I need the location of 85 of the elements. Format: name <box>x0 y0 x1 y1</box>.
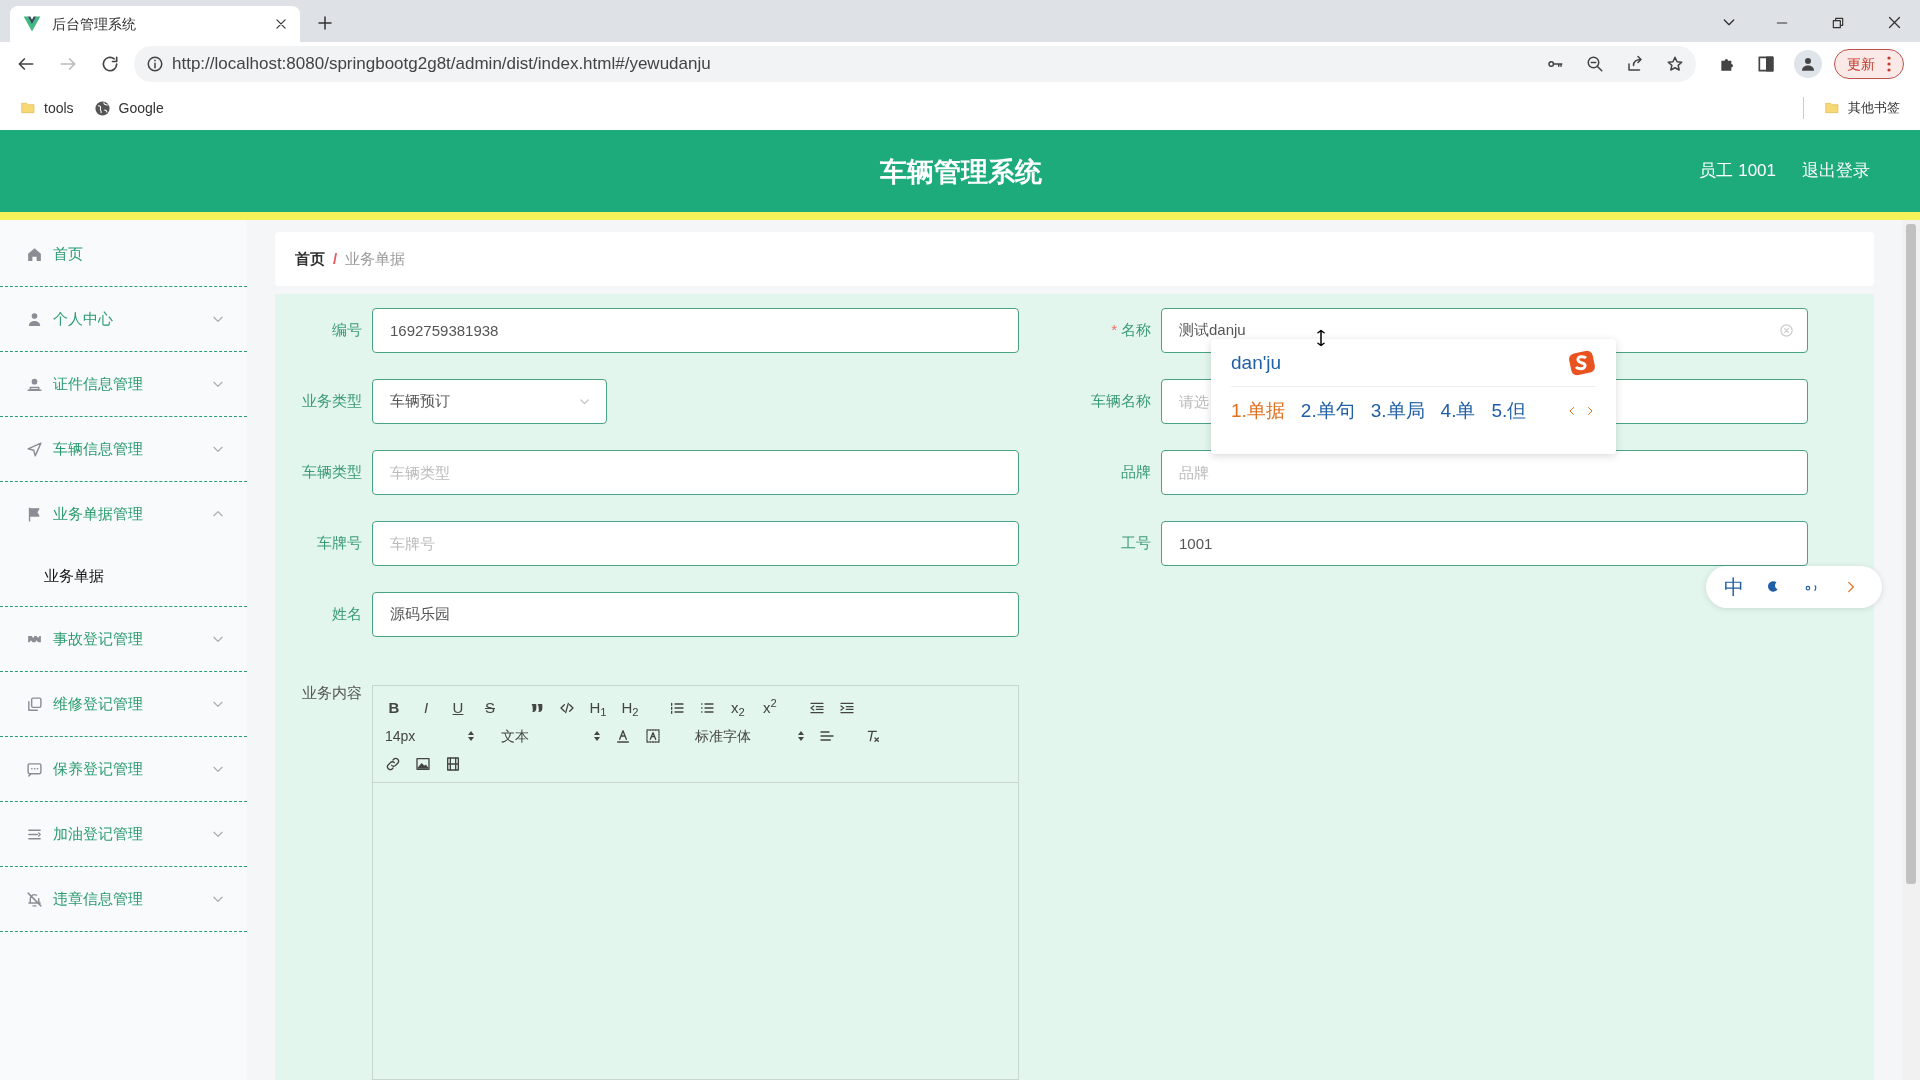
field-label: 名称 <box>1121 321 1151 339</box>
input-field[interactable]: 车辆类型 <box>372 450 1019 495</box>
input-field[interactable]: 1001 <box>1161 521 1808 566</box>
new-tab-icon[interactable] <box>316 14 334 32</box>
bookmark[interactable]: 其他书签 <box>1824 98 1900 118</box>
up-down-arrows-icon <box>797 730 805 742</box>
toolbar-button[interactable]: x$_{2}$ <box>729 696 747 720</box>
film-icon[interactable] <box>445 756 461 772</box>
ime-logo-icon <box>1568 349 1596 378</box>
code-icon[interactable] <box>559 700 575 716</box>
field-label: 编号 <box>332 321 362 339</box>
bookmark[interactable]: tools <box>20 97 74 119</box>
breadcrumb-item[interactable]: 首页 <box>295 247 325 271</box>
toolbar-dropdown[interactable]: 14px <box>385 725 475 747</box>
side-panel-icon[interactable] <box>1756 54 1776 74</box>
chat-icon <box>26 760 43 778</box>
field-label: 业务内容 <box>302 684 362 701</box>
toolbar-button[interactable]: I <box>417 696 435 720</box>
field-label: 车牌号 <box>317 534 362 552</box>
ordered-list-icon[interactable] <box>669 700 685 716</box>
toolbar-button[interactable]: H$_{2}$ <box>621 696 639 720</box>
v-logo-icon <box>22 14 42 34</box>
image-icon[interactable] <box>415 756 431 772</box>
share-icon[interactable] <box>1626 55 1644 73</box>
scrollbar-thumb[interactable] <box>1906 224 1916 884</box>
toolbar-button[interactable]: S <box>481 696 499 720</box>
select-field[interactable]: 车辆预订 <box>372 379 607 424</box>
zoom-out-icon[interactable] <box>1586 55 1604 73</box>
user-icon <box>26 310 43 328</box>
input-field[interactable]: 源码乐园 <box>372 592 1019 637</box>
toolbar-dropdown[interactable]: 标准字体 <box>695 725 805 747</box>
close-icon[interactable] <box>274 17 288 31</box>
ime-composition: dan'ju <box>1231 351 1282 375</box>
user-name: 员工 1001 <box>1699 160 1776 183</box>
browser-tab[interactable]: 后台管理系统 <box>10 6 300 42</box>
link-icon[interactable] <box>385 756 401 772</box>
bullet-list-icon[interactable] <box>699 700 715 716</box>
input-field[interactable]: 品牌 <box>1161 450 1808 495</box>
clear-format-icon[interactable] <box>865 728 881 744</box>
field-label: 品牌 <box>1121 463 1151 481</box>
text-color-icon[interactable] <box>615 728 631 744</box>
moon-icon[interactable] <box>1766 580 1780 594</box>
info-icon <box>146 55 164 73</box>
more-icon[interactable] <box>1887 56 1891 72</box>
bell-off-icon <box>26 890 43 908</box>
ime-candidate[interactable]: 5.但 <box>1491 396 1527 425</box>
outdent-icon[interactable] <box>809 700 825 716</box>
field-label: 姓名 <box>332 605 362 623</box>
toolbar-button[interactable]: x$^{2}$ <box>761 696 779 720</box>
toolbar-dropdown[interactable]: 文本 <box>501 725 601 747</box>
close-icon[interactable] <box>1887 15 1902 30</box>
ime-candidate[interactable]: 2.单句 <box>1300 396 1355 425</box>
ime-mode-toggle[interactable]: 中 <box>1724 572 1744 602</box>
field-label: 车辆名称 <box>1091 392 1151 410</box>
indent-icon[interactable] <box>839 700 855 716</box>
profile-icon[interactable] <box>1794 50 1822 78</box>
required-mark: * <box>1111 321 1117 339</box>
address-bar[interactable]: http://localhost:8080/springbootg2g8t/admin/dist/index.html#/yewudanju <box>134 46 1696 82</box>
url-text: http://localhost:8080/springbootg2g8t/admin/dist/index.html#/yewudanju <box>172 53 712 76</box>
home-icon <box>26 245 43 263</box>
globe-icon <box>93 99 111 117</box>
up-down-arrows-icon <box>467 730 475 742</box>
toolbar-button[interactable]: B <box>385 696 403 720</box>
ime-candidate[interactable]: 4.单 <box>1440 396 1476 425</box>
field-label: 车辆类型 <box>302 463 362 481</box>
toolbar-button[interactable]: H$_{1}$ <box>589 696 607 720</box>
update-button[interactable]: 更新 <box>1834 49 1904 79</box>
field-label: 工号 <box>1121 534 1151 552</box>
app-title: 车辆管理系统 <box>880 156 1042 189</box>
bookmark[interactable]: Google <box>93 97 164 119</box>
reload-icon[interactable] <box>100 54 120 74</box>
tab-title: 后台管理系统 <box>52 14 137 34</box>
navigation-arrow-icon <box>26 440 43 458</box>
star-icon[interactable] <box>1666 55 1684 73</box>
up-down-arrows-icon <box>593 730 601 742</box>
input-field[interactable]: 车牌号 <box>372 521 1019 566</box>
align-icon[interactable] <box>819 728 835 744</box>
field-label: 业务类型 <box>302 392 362 410</box>
background-color-icon[interactable] <box>645 728 661 744</box>
ime-candidate[interactable]: 3.单局 <box>1370 396 1425 425</box>
restore-icon[interactable] <box>1831 16 1845 30</box>
breadcrumb-separator: / <box>333 248 338 269</box>
copy-icon <box>26 695 43 713</box>
toolbar-button[interactable]: U <box>449 696 467 720</box>
input-field[interactable]: 1692759381938 <box>372 308 1019 353</box>
